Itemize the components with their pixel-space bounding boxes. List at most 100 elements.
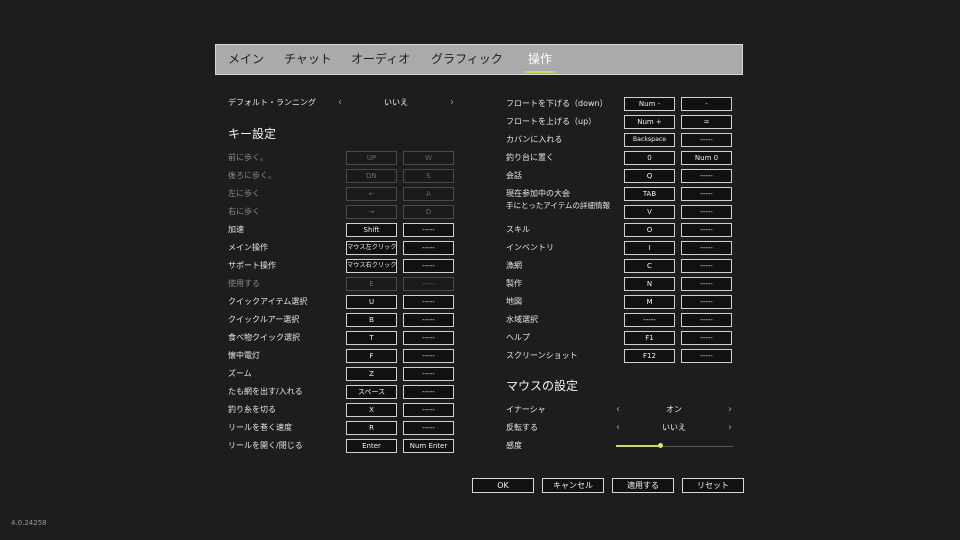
keybind-secondary-key[interactable]: ----- bbox=[403, 259, 454, 273]
keybind-primary-key[interactable]: X bbox=[346, 403, 397, 417]
keybind-primary-key[interactable]: T bbox=[346, 331, 397, 345]
keybind-secondary-key[interactable]: = bbox=[681, 115, 732, 129]
keybind-row: 左に歩く ← A bbox=[228, 187, 454, 201]
default-running-label: デフォルト・ランニング bbox=[228, 98, 316, 107]
cancel-button[interactable]: キャンセル bbox=[542, 478, 604, 493]
keybind-primary-key[interactable]: O bbox=[624, 223, 675, 237]
keybind-primary-key: → bbox=[346, 205, 397, 219]
keybind-secondary-key[interactable]: ----- bbox=[681, 241, 732, 255]
keybind-row: リールを開く/閉じる Enter Num Enter bbox=[228, 439, 454, 453]
keybind-primary-key[interactable]: C bbox=[624, 259, 675, 273]
tab-main-label: メイン bbox=[228, 52, 265, 66]
sensitivity-row: 感度 bbox=[506, 439, 736, 453]
keybind-primary-key[interactable]: N bbox=[624, 277, 675, 291]
keybind-primary-key[interactable]: マウス左クリック bbox=[346, 241, 397, 255]
keybind-secondary-key[interactable]: ----- bbox=[681, 187, 732, 201]
keybind-secondary-key[interactable]: ----- bbox=[681, 133, 732, 147]
sensitivity-label: 感度 bbox=[506, 441, 522, 450]
tab-chat-label: チャット bbox=[284, 52, 332, 66]
sensitivity-thumb[interactable] bbox=[657, 443, 663, 448]
keybind-primary-key[interactable]: マウス右クリック bbox=[346, 259, 397, 273]
tab-graphics[interactable]: グラフィック bbox=[431, 45, 503, 74]
keybind-primary-key[interactable]: スペース bbox=[346, 385, 397, 399]
keybind-primary-key[interactable]: M bbox=[624, 295, 675, 309]
keybind-row: スキル O ----- bbox=[506, 223, 732, 237]
keybind-row: たも網を出す/入れる スペース ----- bbox=[228, 385, 454, 399]
active-tab-underline bbox=[525, 71, 556, 73]
default-running-prev-icon[interactable]: ‹ bbox=[335, 96, 345, 110]
keybind-label: 釣り台に置く bbox=[506, 153, 554, 162]
keybind-label: 前に歩く。 bbox=[228, 153, 268, 162]
keybind-secondary-key[interactable]: ----- bbox=[681, 223, 732, 237]
tab-audio[interactable]: オーディオ bbox=[351, 45, 410, 74]
keybind-secondary-key[interactable]: ----- bbox=[403, 367, 454, 381]
keybind-primary-key[interactable]: U bbox=[346, 295, 397, 309]
ok-button[interactable]: OK bbox=[472, 478, 534, 493]
tab-controls[interactable]: 操作 bbox=[525, 45, 556, 74]
keybind-secondary-key[interactable]: Num 0 bbox=[681, 151, 732, 165]
keybind-primary-key[interactable]: Shift bbox=[346, 223, 397, 237]
keybind-primary-key[interactable]: V bbox=[624, 205, 675, 219]
keybind-primary-key[interactable]: R bbox=[346, 421, 397, 435]
keybind-secondary-key[interactable]: ----- bbox=[403, 421, 454, 435]
default-running-value: いいえ bbox=[384, 98, 408, 107]
keybind-secondary-key[interactable]: ----- bbox=[403, 241, 454, 255]
tab-main[interactable]: メイン bbox=[228, 45, 264, 74]
keybind-primary-key[interactable]: 0 bbox=[624, 151, 675, 165]
keybind-primary-key[interactable]: B bbox=[346, 313, 397, 327]
invert-prev-icon[interactable]: ‹ bbox=[613, 421, 623, 435]
keybind-primary-key[interactable]: I bbox=[624, 241, 675, 255]
keybind-secondary-key[interactable]: Num Enter bbox=[403, 439, 454, 453]
sensitivity-slider[interactable] bbox=[616, 439, 733, 453]
keybind-secondary-key[interactable]: ----- bbox=[681, 313, 732, 327]
keybind-primary-key[interactable]: Backspace bbox=[624, 133, 675, 147]
keybind-secondary-key[interactable]: ----- bbox=[681, 349, 732, 363]
inertia-prev-icon[interactable]: ‹ bbox=[613, 403, 623, 417]
tab-audio-label: オーディオ bbox=[351, 52, 411, 66]
keybind-secondary-key[interactable]: ----- bbox=[681, 295, 732, 309]
key-settings-title: キー設定 bbox=[228, 127, 277, 141]
reset-button[interactable]: リセット bbox=[682, 478, 744, 493]
keybind-primary-key[interactable]: Q bbox=[624, 169, 675, 183]
keybind-row: 現在参加中の大会 TAB ----- bbox=[506, 187, 732, 201]
keybind-row: フロートを下げる（down） Num -- bbox=[506, 97, 732, 111]
inertia-next-icon[interactable]: › bbox=[725, 403, 735, 417]
keybind-row: スクリーンショット F12 ----- bbox=[506, 349, 732, 363]
keybind-primary-key[interactable]: F1 bbox=[624, 331, 675, 345]
keybind-secondary-key[interactable]: ----- bbox=[403, 331, 454, 345]
keybind-secondary-key[interactable]: ----- bbox=[403, 385, 454, 399]
sensitivity-fill bbox=[616, 445, 661, 447]
keybind-secondary-key[interactable]: ----- bbox=[403, 349, 454, 363]
keybind-secondary-key[interactable]: ----- bbox=[403, 223, 454, 237]
keybind-primary-key[interactable]: F12 bbox=[624, 349, 675, 363]
default-running-next-icon[interactable]: › bbox=[447, 96, 457, 110]
keybind-secondary-key[interactable]: ----- bbox=[403, 313, 454, 327]
keybind-secondary-key[interactable]: ----- bbox=[681, 259, 732, 273]
keybind-primary-key[interactable]: Num - bbox=[624, 97, 675, 111]
keybind-secondary-key[interactable]: ----- bbox=[681, 331, 732, 345]
keybind-row: 右に歩く → D bbox=[228, 205, 454, 219]
keybind-primary-key[interactable]: ----- bbox=[624, 313, 675, 327]
keybind-primary-key[interactable]: Z bbox=[346, 367, 397, 381]
keybind-label: ヘルプ bbox=[506, 333, 530, 342]
keybind-secondary-key[interactable]: ----- bbox=[403, 295, 454, 309]
invert-row: 反転する ‹ いいえ › bbox=[506, 421, 736, 435]
keybind-label: クイックアイテム選択 bbox=[228, 297, 308, 306]
apply-button[interactable]: 適用する bbox=[612, 478, 674, 493]
keybind-label: リールを巻く速度 bbox=[228, 423, 292, 432]
keybind-secondary-key[interactable]: ----- bbox=[403, 403, 454, 417]
keybind-secondary-key[interactable]: ----- bbox=[681, 277, 732, 291]
keybind-primary-key[interactable]: Num + bbox=[624, 115, 675, 129]
tab-chat[interactable]: チャット bbox=[284, 45, 332, 74]
keybind-primary-key[interactable]: F bbox=[346, 349, 397, 363]
keybind-label: 製作 bbox=[506, 279, 522, 288]
keybind-row: フロートを上げる（up） Num + = bbox=[506, 115, 732, 129]
invert-next-icon[interactable]: › bbox=[725, 421, 735, 435]
keybind-primary-key[interactable]: Enter bbox=[346, 439, 397, 453]
invert-value: いいえ bbox=[662, 423, 686, 432]
keybind-secondary-key[interactable]: ----- bbox=[681, 205, 732, 219]
keybind-row: メイン操作 マウス左クリック ----- bbox=[228, 241, 454, 255]
keybind-secondary-key[interactable]: - bbox=[681, 97, 732, 111]
keybind-secondary-key[interactable]: ----- bbox=[681, 169, 732, 183]
keybind-primary-key[interactable]: TAB bbox=[624, 187, 675, 201]
